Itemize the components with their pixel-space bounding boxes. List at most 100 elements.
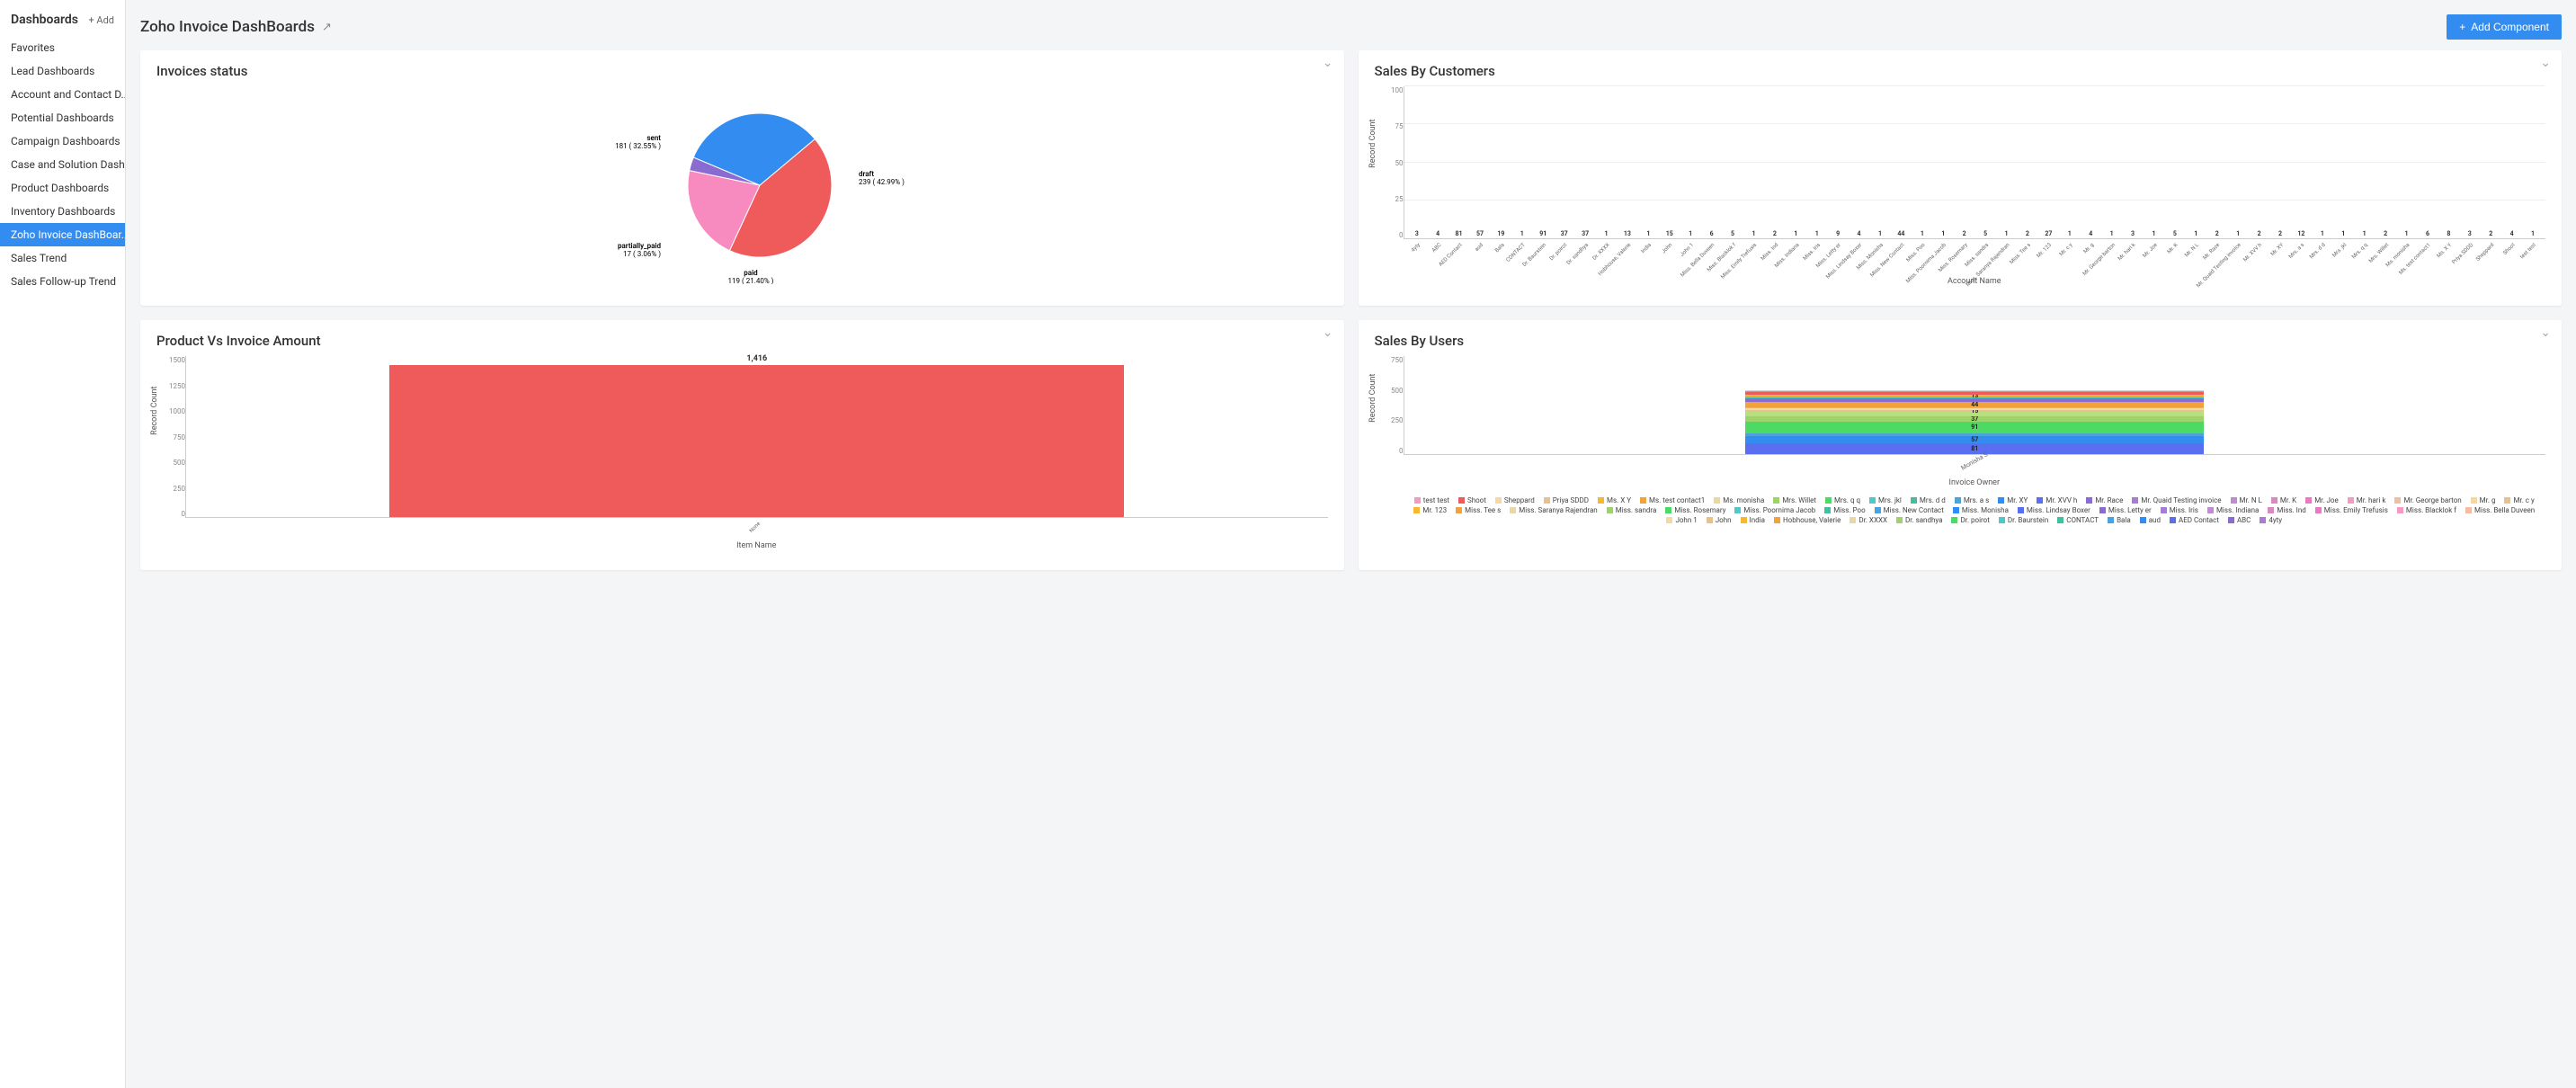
legend-item[interactable]: Miss. Blacklok f xyxy=(2397,506,2456,514)
bar[interactable]: 3Priya SDDD xyxy=(2461,230,2479,238)
legend-item[interactable]: Mr. Race xyxy=(2086,496,2123,504)
sidebar-item[interactable]: Case and Solution Dash... xyxy=(0,153,125,176)
legend-item[interactable]: Mr. Quaid Testing invoice xyxy=(2132,496,2221,504)
legend-item[interactable]: Shoot xyxy=(1458,496,1486,504)
legend-item[interactable]: Miss. New Contact xyxy=(1875,506,1944,514)
legend-item[interactable]: Miss. Monisha xyxy=(1953,506,2009,514)
legend-item[interactable]: Bala xyxy=(2108,516,2131,524)
add-dashboard-link[interactable]: + Add xyxy=(88,14,114,26)
bar[interactable]: 15John xyxy=(1661,230,1679,238)
legend-item[interactable]: Ms. X Y xyxy=(1598,496,1631,504)
legend-item[interactable]: Miss. Poornima Jacob xyxy=(1734,506,1815,514)
legend-item[interactable]: ABC xyxy=(2228,516,2251,524)
sidebar-item[interactable]: Lead Dashboards xyxy=(0,59,125,83)
sidebar-item[interactable]: Campaign Dashboards xyxy=(0,129,125,153)
legend-item[interactable]: Mrs. a s xyxy=(1955,496,1989,504)
bar[interactable]: 1John 1 xyxy=(1681,230,1699,238)
bar[interactable]: 8Ms. X Y xyxy=(2439,230,2457,238)
legend-item[interactable]: Miss. Saranya Rajendran xyxy=(1510,506,1597,514)
bar[interactable]: 1Mr. c y xyxy=(2061,230,2079,238)
legend-item[interactable]: Mr. N L xyxy=(2231,496,2262,504)
bar[interactable]: 1Dr. XXXX xyxy=(1597,230,1615,238)
bar[interactable]: 4Mr. g xyxy=(2081,230,2099,238)
bar[interactable]: 3Mr. hari k xyxy=(2124,230,2142,238)
bar[interactable]: 81AED Contact xyxy=(1449,230,1467,238)
legend-item[interactable]: AED Contact xyxy=(2170,516,2219,524)
legend-item[interactable]: Mr. 123 xyxy=(1413,506,1447,514)
bar[interactable]: 2Mrs. Willet xyxy=(2376,230,2394,238)
chevron-down-icon[interactable]: ⌄ xyxy=(1323,56,1333,70)
legend-item[interactable]: Mrs. d d xyxy=(1911,496,1946,504)
legend-item[interactable]: Mr. K xyxy=(2271,496,2296,504)
bar[interactable]: 6Ms. test contact1 xyxy=(2419,230,2437,238)
legend-item[interactable]: Miss. Ind xyxy=(2268,506,2305,514)
bar[interactable]: 34yty xyxy=(1408,230,1426,238)
legend-item[interactable]: Sheppard xyxy=(1495,496,1535,504)
bar[interactable]: 37Dr. poirot xyxy=(1555,230,1573,238)
sidebar-item[interactable]: Zoho Invoice DashBoar...⚙ xyxy=(0,223,125,246)
legend-item[interactable]: CONTACT xyxy=(2057,516,2099,524)
legend-item[interactable]: test test xyxy=(1414,496,1449,504)
legend-item[interactable]: Miss. Rosemary xyxy=(1665,506,1725,514)
legend-item[interactable]: Mr. XVV h xyxy=(2037,496,2077,504)
sidebar-item[interactable]: Account and Contact D... xyxy=(0,83,125,106)
bar[interactable]: 1Mrs. q q xyxy=(2355,230,2373,238)
bar[interactable]: 1Ms. monisha xyxy=(2397,230,2415,238)
bar[interactable]: 4Shoot xyxy=(2502,230,2520,238)
bar[interactable]: 1Miss. Poo xyxy=(1913,230,1931,238)
bar[interactable]: 12Mrs. a s xyxy=(2292,230,2310,238)
bar[interactable]: 1Mrs. d d xyxy=(2313,230,2331,238)
bar[interactable]: 1Miss. Monisha xyxy=(1871,230,1889,238)
legend-item[interactable]: 4yty xyxy=(2260,516,2282,524)
legend-item[interactable]: John xyxy=(1707,516,1732,524)
legend-item[interactable]: Miss. Bella Duveen xyxy=(2465,506,2535,514)
legend-item[interactable]: Mr. Joe xyxy=(2305,496,2339,504)
legend-item[interactable]: Miss. Indiana xyxy=(2207,506,2259,514)
bar[interactable]: 2Sheppard xyxy=(2482,230,2500,238)
bar[interactable]: 1,416None xyxy=(389,365,1124,517)
chevron-down-icon[interactable]: ⌄ xyxy=(1323,326,1333,340)
bar[interactable]: 57aud xyxy=(1471,230,1489,238)
bar[interactable]: 19Bala xyxy=(1492,230,1510,238)
open-external-icon[interactable]: ↗ xyxy=(322,21,332,34)
bar[interactable]: 1Miss. Iris xyxy=(1808,230,1826,238)
legend-item[interactable]: Mr. hari k xyxy=(2348,496,2386,504)
legend-item[interactable]: Dr. sandhya xyxy=(1896,516,1942,524)
legend-item[interactable]: Miss. Emily Trefusis xyxy=(2315,506,2388,514)
bar[interactable]: 5Mr. K xyxy=(2166,230,2184,238)
bar[interactable]: 2Mr. XVV h xyxy=(2250,230,2268,238)
bar[interactable]: 1Mr. Quaid Testing invoice xyxy=(2229,230,2247,238)
bar[interactable]: 1CONTACT xyxy=(1513,230,1531,238)
bar[interactable]: 1Miss. Emily Trefusis xyxy=(1744,230,1762,238)
bar[interactable]: 1Mr. N L xyxy=(2187,230,2205,238)
legend-item[interactable]: aud xyxy=(2140,516,2161,524)
bar[interactable]: 2Miss. Ind xyxy=(1766,230,1784,238)
chevron-down-icon[interactable]: ⌄ xyxy=(2540,326,2551,340)
bar[interactable]: 2Miss. Rosemary xyxy=(1955,230,1973,238)
bar[interactable]: 2Miss. Tee s xyxy=(2019,230,2037,238)
bar[interactable]: 1Miss. Poornima Jacob xyxy=(1934,230,1952,238)
bar[interactable]: 1Mrs. jkl xyxy=(2334,230,2352,238)
bar[interactable]: 1Miss. Indiana xyxy=(1787,230,1805,238)
bar[interactable]: 6Miss. Bella Duveen xyxy=(1702,230,1720,238)
bar[interactable]: 4ABC xyxy=(1429,230,1447,238)
chevron-down-icon[interactable]: ⌄ xyxy=(2540,56,2551,70)
bar[interactable]: 5Miss. Blacklok f xyxy=(1724,230,1742,238)
bar[interactable]: 1India xyxy=(1639,230,1657,238)
legend-item[interactable]: Miss. Poo xyxy=(1824,506,1865,514)
legend-item[interactable]: Miss. Iris xyxy=(2161,506,2198,514)
bar[interactable]: 37Dr. sandhya xyxy=(1576,230,1594,238)
legend-item[interactable]: Priya SDDD xyxy=(1544,496,1589,504)
legend-item[interactable]: Miss. Tee s xyxy=(1456,506,1501,514)
bar[interactable]: 5Miss. sandra xyxy=(1976,230,1994,238)
sidebar-item[interactable]: Product Dashboards xyxy=(0,176,125,200)
sidebar-item[interactable]: Sales Trend xyxy=(0,246,125,270)
bar[interactable]: 2Mr. Race xyxy=(2208,230,2226,238)
legend-item[interactable]: Ms. monisha xyxy=(1714,496,1764,504)
sidebar-item[interactable]: Sales Follow-up Trend xyxy=(0,270,125,293)
legend-item[interactable]: Miss. Lindsay Boxer xyxy=(2018,506,2090,514)
bar[interactable]: 1Mr. Joe xyxy=(2144,230,2162,238)
legend-item[interactable]: Miss. sandra xyxy=(1607,506,1657,514)
bar[interactable]: 1Mr. George barton xyxy=(2102,230,2120,238)
legend-item[interactable]: Mr. g xyxy=(2471,496,2496,504)
